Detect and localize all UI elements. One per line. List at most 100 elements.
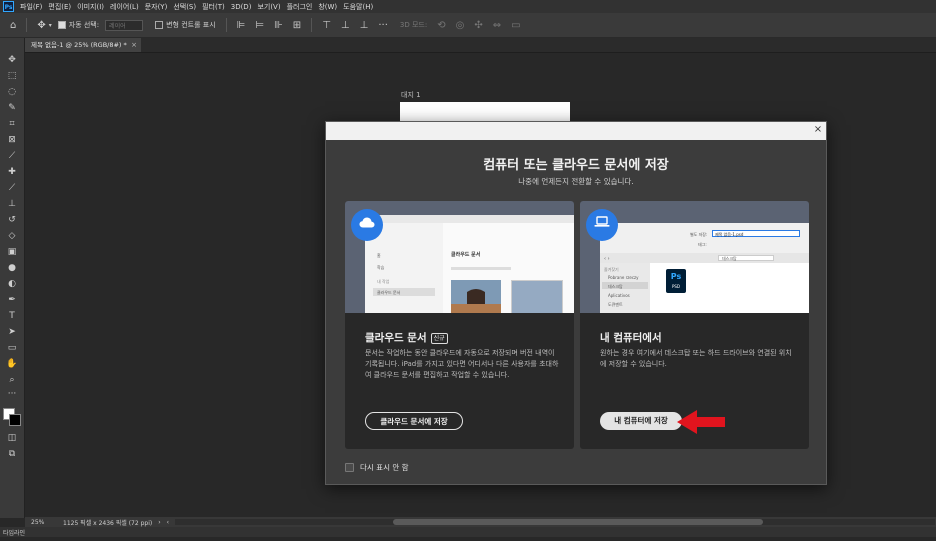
artboard[interactable] xyxy=(400,102,570,121)
mock-nav-arrows: ‹ › xyxy=(604,256,610,262)
menu-select[interactable]: 선택(S) xyxy=(173,2,196,12)
screen-mode-icon[interactable]: ⧉ xyxy=(4,448,20,461)
mock-side-item: 홈 xyxy=(377,253,381,258)
mock-thumbnail-image xyxy=(451,280,501,313)
save-to-cloud-button[interactable]: 클라우드 문서에 저장 xyxy=(365,412,463,430)
3d-scale-icon[interactable]: ▭ xyxy=(511,20,520,31)
scrollbar-thumb[interactable] xyxy=(393,519,763,525)
menu-filter[interactable]: 필터(T) xyxy=(202,2,225,12)
mock-side-item: 내 작업 xyxy=(377,279,390,284)
save-to-computer-button[interactable]: 내 컴퓨터에 저장 xyxy=(600,412,682,430)
menu-view[interactable]: 보기(V) xyxy=(257,2,280,12)
cloud-card-title-text: 클라우드 문서 xyxy=(365,332,427,344)
menu-layer[interactable]: 레이어(L) xyxy=(110,2,139,12)
menu-help[interactable]: 도움말(H) xyxy=(343,2,373,12)
auto-select-dropdown[interactable]: 레이어 xyxy=(105,19,144,31)
auto-select-label: 자동 선택: xyxy=(68,21,100,29)
3d-roll-icon[interactable]: ◎ xyxy=(456,20,465,31)
align-left-icon[interactable]: ⊫ xyxy=(237,20,246,31)
menu-window[interactable]: 창(W) xyxy=(318,2,337,12)
cloud-mock-window: 홈 학습 내 작업 클라우드 문서 클라우드 문서 xyxy=(365,215,574,313)
dont-show-again-option[interactable]: 다시 표시 안 함 xyxy=(345,462,409,473)
mock-thumbnail-image xyxy=(511,280,563,313)
scroll-left-icon[interactable]: ‹ xyxy=(167,519,169,526)
new-badge: 신규 xyxy=(430,332,448,344)
background-color-swatch[interactable] xyxy=(9,414,21,426)
more-options-icon[interactable]: ··· xyxy=(378,20,388,31)
zoom-level[interactable]: 25% xyxy=(31,519,51,526)
timeline-panel-tab[interactable]: 타임라인 xyxy=(0,527,936,537)
mock-side-item: 도큐멘트 xyxy=(608,302,623,307)
eraser-tool-icon[interactable]: ◇ xyxy=(4,230,20,243)
cloud-card-description: 문서는 작업하는 동안 클라우드에 자동으로 저장되며 버전 내역이 기록됩니다… xyxy=(365,349,559,379)
mock-side-item: 클라우드 문서 xyxy=(377,290,401,295)
type-tool-icon[interactable]: T xyxy=(4,310,20,323)
more-tools-icon[interactable]: ··· xyxy=(4,388,20,401)
mock-side-item: 데스크탑 xyxy=(608,284,623,289)
zoom-tool-icon[interactable]: ⌕ xyxy=(4,374,20,387)
menu-image[interactable]: 이미지(I) xyxy=(77,2,104,12)
stamp-tool-icon[interactable]: ⊥ xyxy=(4,198,20,211)
menu-file[interactable]: 파일(F) xyxy=(20,2,42,12)
align-right-icon[interactable]: ⊪ xyxy=(274,20,283,31)
dont-show-again-checkbox[interactable] xyxy=(345,463,354,472)
transform-controls-label: 변형 컨트롤 표시 xyxy=(166,21,216,29)
marquee-tool-icon[interactable]: ⬚ xyxy=(4,70,20,83)
healing-brush-tool-icon[interactable]: ✚ xyxy=(4,166,20,179)
3d-slide-icon[interactable]: ⇔ xyxy=(493,20,501,31)
blur-tool-icon[interactable]: ● xyxy=(4,262,20,275)
mock-filename: 제목 없음-1.psd xyxy=(715,232,744,237)
local-card-description: 원하는 경우 여기에서 데스크탑 또는 하드 드라이브와 연결된 위치에 저장할… xyxy=(600,349,792,368)
eyedropper-tool-icon[interactable]: ⟋ xyxy=(4,150,20,163)
history-brush-tool-icon[interactable]: ↺ xyxy=(4,214,20,227)
cloud-icon xyxy=(351,209,383,241)
transform-controls-checkbox[interactable] xyxy=(155,21,164,29)
tab-close-icon[interactable]: × xyxy=(131,38,137,52)
hand-tool-icon[interactable]: ✋ xyxy=(4,358,20,371)
align-center-icon[interactable]: ⊨ xyxy=(255,20,264,31)
mock-tags-label: 태그: xyxy=(698,242,707,247)
red-arrow-annotation xyxy=(677,410,725,434)
align-bottom-icon[interactable]: ⊥ xyxy=(360,20,369,31)
mock-side-item: Aplicativos xyxy=(608,293,630,298)
document-info[interactable]: 1125 픽셀 x 2436 픽셀 (72 ppi) xyxy=(63,518,152,527)
horizontal-scrollbar[interactable] xyxy=(175,519,935,525)
3d-rotate-icon[interactable]: ⟲ xyxy=(437,20,445,31)
distribute-icon[interactable]: ⊞ xyxy=(293,20,301,31)
quick-select-tool-icon[interactable]: ✎ xyxy=(4,102,20,115)
quick-mask-icon[interactable]: ◫ xyxy=(4,432,20,445)
document-tab[interactable]: 제목 없음-1 @ 25% (RGB/8#) * × xyxy=(25,38,141,52)
mock-save-as-label: 별도 저장: xyxy=(690,232,708,237)
menu-plugins[interactable]: 플러그인 xyxy=(287,2,313,12)
3d-drag-icon[interactable]: ✣ xyxy=(474,20,482,31)
move-tool-icon[interactable]: ✥ xyxy=(4,54,20,67)
document-tab-bar: 제목 없음-1 @ 25% (RGB/8#) * × xyxy=(25,38,936,53)
path-select-tool-icon[interactable]: ➤ xyxy=(4,326,20,339)
artboard-label[interactable]: 대지 1 xyxy=(401,90,421,100)
cloud-preview-image: 홈 학습 내 작업 클라우드 문서 클라우드 문서 xyxy=(345,201,574,313)
home-icon[interactable]: ⌂ xyxy=(10,20,16,31)
brush-tool-icon[interactable]: ⟋ xyxy=(4,182,20,195)
align-middle-icon[interactable]: ⊥ xyxy=(341,20,350,31)
local-preview-image: 별도 저장: 제목 없음-1.psd 태그: ‹ › 데스크탑 즐겨찾기 Pob… xyxy=(580,201,809,313)
chevron-down-icon[interactable]: ▾ xyxy=(49,22,52,29)
align-top-icon[interactable]: ⊤ xyxy=(322,20,331,31)
photoshop-logo[interactable]: Ps xyxy=(3,1,14,12)
dodge-tool-icon[interactable]: ◐ xyxy=(4,278,20,291)
dialog-subtitle: 나중에 언제든지 전환할 수 있습니다. xyxy=(518,177,634,186)
lasso-tool-icon[interactable]: ◌ xyxy=(4,86,20,99)
close-icon[interactable]: × xyxy=(812,124,824,136)
crop-tool-icon[interactable]: ⌗ xyxy=(4,118,20,131)
move-tool-icon[interactable]: ✥ xyxy=(37,20,45,31)
shape-tool-icon[interactable]: ▭ xyxy=(4,342,20,355)
gradient-tool-icon[interactable]: ▣ xyxy=(4,246,20,259)
chevron-right-icon[interactable]: › xyxy=(158,519,160,526)
cloud-documents-card[interactable]: 홈 학습 내 작업 클라우드 문서 클라우드 문서 클라우드 문서 신규 문서는 … xyxy=(345,201,574,449)
auto-select-checkbox[interactable] xyxy=(57,21,66,29)
menu-type[interactable]: 문자(Y) xyxy=(145,2,168,12)
psd-file-ext: PSD xyxy=(671,284,681,289)
menu-edit[interactable]: 편집(E) xyxy=(48,2,71,12)
menu-3d[interactable]: 3D(D) xyxy=(231,3,252,11)
frame-tool-icon[interactable]: ⊠ xyxy=(4,134,20,147)
pen-tool-icon[interactable]: ✒ xyxy=(4,294,20,307)
